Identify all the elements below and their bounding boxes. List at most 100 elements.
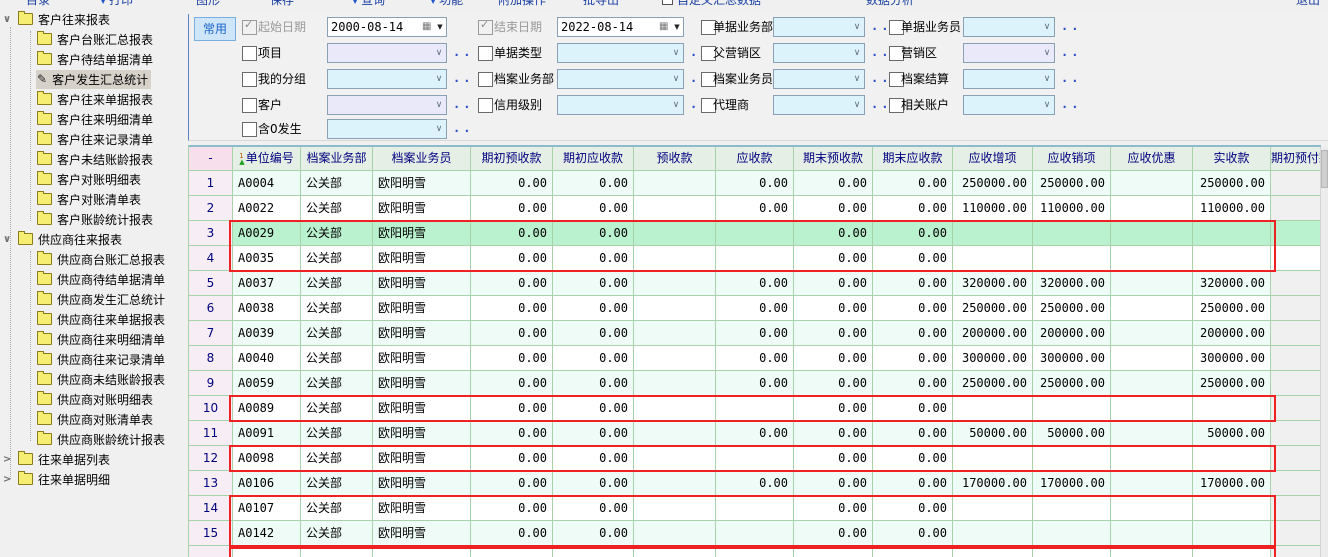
- table-cell[interactable]: 300000.00: [1193, 346, 1271, 371]
- menu-item-6[interactable]: ▼功能: [430, 0, 463, 7]
- sidebar-item[interactable]: ∨客户往来报表: [0, 9, 187, 29]
- table-cell[interactable]: 公关部: [301, 246, 373, 271]
- table-cell[interactable]: 0.00: [553, 496, 634, 521]
- row-number-cell[interactable]: [189, 546, 233, 557]
- table-cell[interactable]: 0.00: [716, 346, 794, 371]
- table-cell[interactable]: [1111, 421, 1193, 446]
- filter-checkbox-信用级别[interactable]: [478, 98, 493, 113]
- table-cell[interactable]: 0.00: [873, 396, 953, 421]
- row-number-cell[interactable]: 15: [189, 521, 233, 546]
- table-cell[interactable]: [953, 446, 1033, 471]
- table-cell[interactable]: [794, 546, 873, 557]
- column-header-应收增项[interactable]: 应收增项: [953, 147, 1033, 171]
- filter-checkbox-客户[interactable]: [242, 98, 257, 113]
- sidebar-item[interactable]: >往来单据列表: [0, 449, 187, 469]
- table-cell[interactable]: 公关部: [301, 346, 373, 371]
- table-cell[interactable]: 0.00: [471, 296, 553, 321]
- table-cell[interactable]: 0.00: [794, 496, 873, 521]
- table-cell[interactable]: [634, 446, 716, 471]
- table-cell[interactable]: 0.00: [794, 196, 873, 221]
- table-cell[interactable]: 欧阳明雪: [373, 171, 471, 196]
- tree-item-body[interactable]: 往来单据列表: [17, 450, 113, 469]
- table-cell[interactable]: 公关部: [301, 221, 373, 246]
- select-field-单据业务部[interactable]: ∨: [773, 17, 865, 37]
- table-cell[interactable]: 320000.00: [953, 271, 1033, 296]
- table-cell[interactable]: [1111, 271, 1193, 296]
- table-cell[interactable]: 欧阳明雪: [373, 496, 471, 521]
- table-cell[interactable]: [716, 221, 794, 246]
- sidebar-item[interactable]: 客户对账清单表: [0, 189, 187, 209]
- menu-item-3[interactable]: 图形: [196, 0, 220, 7]
- table-cell[interactable]: 0.00: [553, 446, 634, 471]
- table-cell[interactable]: [716, 396, 794, 421]
- table-cell[interactable]: [634, 521, 716, 546]
- table-cell[interactable]: 0.00: [471, 396, 553, 421]
- select-field-我的分组[interactable]: ∨: [327, 69, 447, 89]
- column-header-档案业务员[interactable]: 档案业务员: [373, 147, 471, 171]
- table-cell[interactable]: [716, 496, 794, 521]
- table-cell[interactable]: 0.00: [873, 371, 953, 396]
- browse-dots-button[interactable]: ..: [453, 71, 473, 85]
- sidebar-item[interactable]: 供应商账龄统计报表: [0, 429, 187, 449]
- table-cell[interactable]: [1033, 221, 1111, 246]
- tree-item-body[interactable]: 客户未结账龄报表: [36, 150, 156, 169]
- table-cell[interactable]: [1111, 321, 1193, 346]
- column-header-实收款[interactable]: 实收款: [1193, 147, 1271, 171]
- table-cell[interactable]: 0.00: [553, 396, 634, 421]
- table-cell[interactable]: 0.00: [553, 321, 634, 346]
- sidebar-item[interactable]: 客户台账汇总报表: [0, 29, 187, 49]
- table-cell[interactable]: [634, 396, 716, 421]
- sidebar-item[interactable]: 客户账龄统计报表: [0, 209, 187, 229]
- table-row[interactable]: 11A0091公关部欧阳明雪0.000.000.000.000.0050000.…: [189, 421, 1321, 446]
- sidebar-item[interactable]: 供应商未结账龄报表: [0, 369, 187, 389]
- select-field-单据业务员[interactable]: ∨: [963, 17, 1055, 37]
- table-cell[interactable]: 0.00: [873, 246, 953, 271]
- filter-checkbox-档案业务部[interactable]: [478, 72, 493, 87]
- tab-common[interactable]: 常用: [194, 17, 236, 41]
- table-cell[interactable]: [1111, 396, 1193, 421]
- chevron-down-icon[interactable]: ∨: [432, 100, 446, 110]
- table-cell[interactable]: 欧阳明雪: [373, 421, 471, 446]
- table-cell[interactable]: 0.00: [553, 371, 634, 396]
- menu-item-9[interactable]: 自定义汇总数据: [662, 0, 761, 7]
- table-cell[interactable]: 公关部: [301, 421, 373, 446]
- table-cell[interactable]: [1033, 546, 1111, 557]
- row-number-cell[interactable]: 1: [189, 171, 233, 196]
- table-row[interactable]: 4A0035公关部欧阳明雪0.000.000.000.00: [189, 246, 1321, 271]
- chevron-down-icon[interactable]: ∨: [850, 74, 864, 84]
- filter-checkbox-我的分组[interactable]: [242, 72, 257, 87]
- table-cell[interactable]: [1111, 296, 1193, 321]
- table-row[interactable]: 15A0142公关部欧阳明雪0.000.000.000.00: [189, 521, 1321, 546]
- scrollbar-thumb[interactable]: [1321, 150, 1328, 188]
- filter-checkbox-结束日期[interactable]: ✓: [478, 20, 493, 35]
- table-cell[interactable]: [1193, 521, 1271, 546]
- select-field-代理商[interactable]: ∨: [773, 95, 865, 115]
- table-row[interactable]: 3A0029公关部欧阳明雪0.000.000.000.00: [189, 221, 1321, 246]
- select-field-营销区[interactable]: ∨: [963, 43, 1055, 63]
- table-cell[interactable]: 250000.00: [953, 171, 1033, 196]
- table-cell[interactable]: 0.00: [873, 471, 953, 496]
- table-cell[interactable]: [634, 471, 716, 496]
- tree-item-body[interactable]: 客户对账明细表: [36, 170, 144, 189]
- column-header--[interactable]: -: [189, 147, 233, 171]
- chevron-down-icon[interactable]: ∨: [432, 124, 446, 134]
- select-field-项目[interactable]: ∨: [327, 43, 447, 63]
- chevron-down-icon[interactable]: ∨: [1040, 22, 1054, 32]
- table-cell[interactable]: 0.00: [471, 346, 553, 371]
- table-cell[interactable]: 0.00: [794, 246, 873, 271]
- table-row[interactable]: 9A0059公关部欧阳明雪0.000.000.000.000.00250000.…: [189, 371, 1321, 396]
- table-cell[interactable]: 0.00: [471, 321, 553, 346]
- column-header-应收销项[interactable]: 应收销项: [1033, 147, 1111, 171]
- table-cell[interactable]: 0.00: [716, 471, 794, 496]
- table-cell[interactable]: 0.00: [553, 171, 634, 196]
- table-cell[interactable]: 0.00: [471, 246, 553, 271]
- table-row[interactable]: 5A0037公关部欧阳明雪0.000.000.000.000.00320000.…: [189, 271, 1321, 296]
- sidebar-item[interactable]: 供应商对账清单表: [0, 409, 187, 429]
- table-cell[interactable]: 0.00: [794, 271, 873, 296]
- menu-item-8[interactable]: 批导出: [583, 0, 619, 7]
- table-cell[interactable]: 0.00: [553, 271, 634, 296]
- table-row[interactable]: [189, 546, 1321, 557]
- sidebar-item[interactable]: 客户往来记录清单: [0, 129, 187, 149]
- table-cell[interactable]: 250000.00: [953, 296, 1033, 321]
- table-cell[interactable]: [1111, 446, 1193, 471]
